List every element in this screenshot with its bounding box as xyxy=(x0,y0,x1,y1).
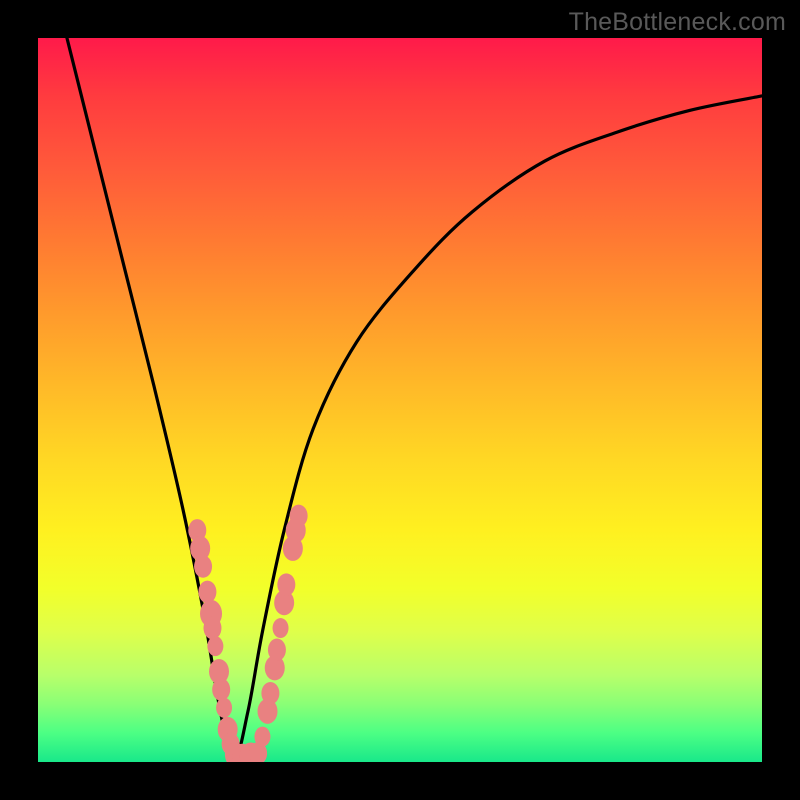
v-curve xyxy=(67,38,762,762)
curve-marker xyxy=(268,639,286,662)
curve-marker xyxy=(194,555,212,578)
curve-layer xyxy=(67,38,762,762)
chart-svg xyxy=(38,38,762,762)
curve-marker xyxy=(216,698,232,718)
plot-area xyxy=(38,38,762,762)
curve-marker xyxy=(261,682,279,705)
curve-marker xyxy=(207,636,223,656)
watermark-text: TheBottleneck.com xyxy=(569,8,786,37)
curve-marker xyxy=(254,727,270,747)
curve-marker xyxy=(212,678,230,701)
curve-marker xyxy=(273,618,289,638)
curve-marker xyxy=(203,617,221,640)
curve-marker xyxy=(198,581,216,604)
marker-layer xyxy=(188,505,307,762)
curve-marker xyxy=(290,505,308,527)
curve-marker xyxy=(277,573,295,596)
stage: TheBottleneck.com xyxy=(0,0,800,800)
